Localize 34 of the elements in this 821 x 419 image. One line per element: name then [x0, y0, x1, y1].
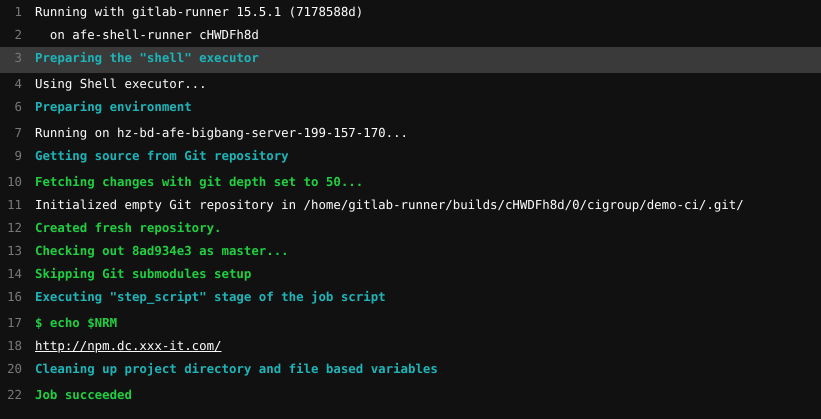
- line-number[interactable]: 2: [0, 26, 22, 45]
- line-number[interactable]: 7: [0, 124, 22, 143]
- log-text: Cleaning up project directory and file based variables: [35, 360, 438, 378]
- log-text: $ echo $NRM: [35, 314, 118, 332]
- log-text: Using Shell executor...: [35, 75, 207, 94]
- log-text: Skipping Git submodules setup: [35, 265, 252, 284]
- line-number[interactable]: 10: [0, 173, 22, 192]
- log-text: Preparing environment: [35, 98, 192, 116]
- line-number[interactable]: 22: [0, 386, 22, 405]
- log-text: Checking out 8ad934e3 as master...: [35, 242, 289, 260]
- line-number[interactable]: 20: [0, 360, 22, 379]
- line-number[interactable]: 3: [0, 49, 22, 68]
- line-number[interactable]: 11: [0, 196, 22, 215]
- log-text: Created fresh repository.: [35, 219, 222, 238]
- line-number[interactable]: 17: [0, 314, 22, 333]
- line-number[interactable]: 13: [0, 242, 22, 261]
- line-number[interactable]: 12: [0, 219, 22, 238]
- line-number[interactable]: 1: [0, 3, 22, 22]
- line-number[interactable]: 4: [0, 75, 22, 94]
- log-text: Job succeeded: [35, 386, 132, 404]
- line-number[interactable]: 18: [0, 337, 22, 356]
- log-text: Initialized empty Git repository in /home/gitlab-runner/builds/cHWDFh8d/0/cigroup/demo-ci/.git/: [35, 196, 744, 214]
- log-text: Running with gitlab-runner 15.5.1 (7178588d): [35, 3, 364, 22]
- line-number[interactable]: 14: [0, 265, 22, 284]
- line-number[interactable]: 9: [0, 147, 22, 166]
- log-text: on afe-shell-runner cHWDFh8d: [48, 26, 259, 44]
- log-text: Running on hz-bd-afe-bigbang-server-199-157-170...: [35, 124, 408, 142]
- log-text: Getting source from Git repository: [35, 147, 289, 166]
- log-link[interactable]: http://npm.dc.xxx-it.com/: [35, 337, 222, 356]
- line-number[interactable]: 6: [0, 98, 22, 117]
- log-text: Fetching changes with git depth set to 50...: [35, 173, 364, 192]
- log-text: Executing "step_script" stage of the job script: [35, 288, 386, 306]
- log-text: Preparing the "shell" executor: [35, 49, 259, 68]
- line-number[interactable]: 16: [0, 288, 22, 307]
